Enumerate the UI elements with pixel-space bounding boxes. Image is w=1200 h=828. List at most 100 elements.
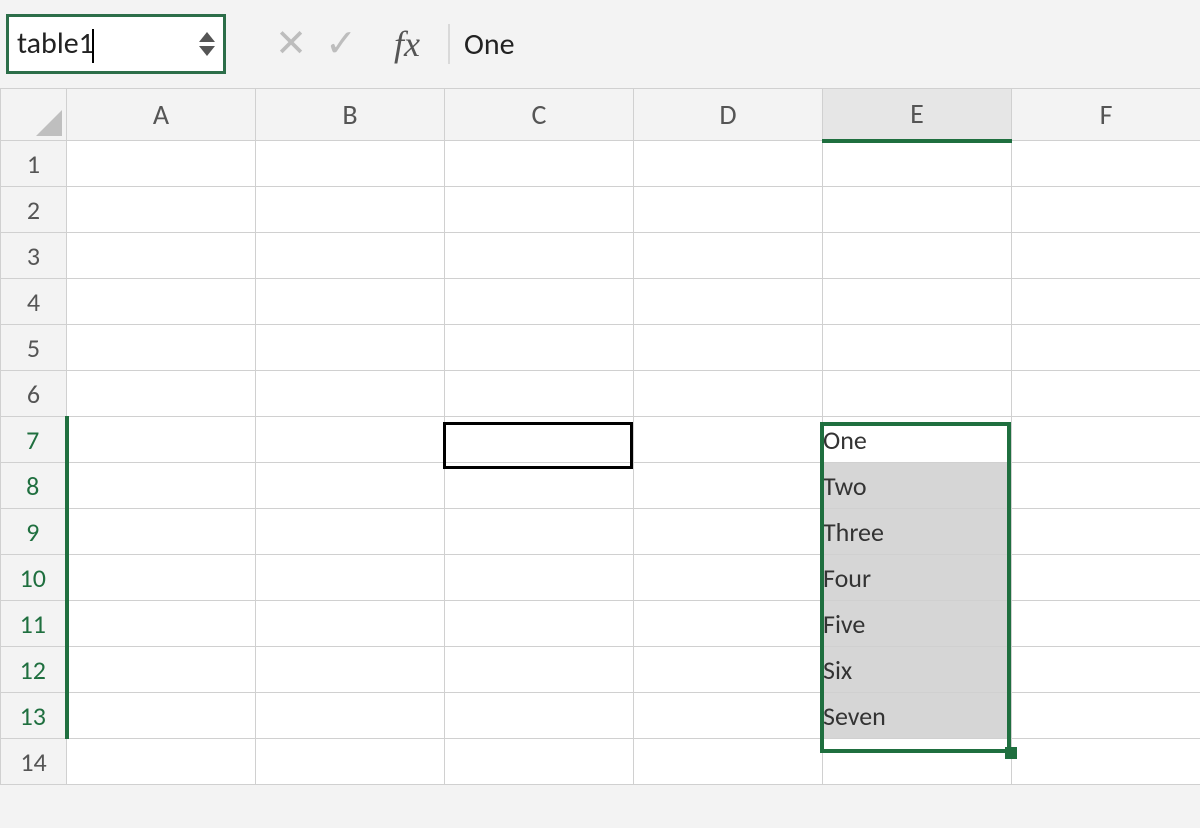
cell[interactable] — [1012, 325, 1200, 371]
row-header[interactable]: 12 — [1, 647, 67, 693]
cell[interactable] — [1012, 233, 1200, 279]
cell[interactable] — [256, 739, 445, 785]
cell[interactable] — [823, 233, 1012, 279]
cell[interactable] — [1012, 693, 1200, 739]
cell[interactable] — [67, 463, 256, 509]
row-header[interactable]: 14 — [1, 739, 67, 785]
name-box[interactable]: table1 — [6, 14, 226, 74]
row-header[interactable]: 9 — [1, 509, 67, 555]
cell[interactable] — [1012, 279, 1200, 325]
cell[interactable] — [1012, 371, 1200, 417]
cell[interactable] — [634, 601, 823, 647]
cell[interactable] — [445, 647, 634, 693]
cell[interactable] — [634, 463, 823, 509]
cell[interactable] — [256, 325, 445, 371]
cell[interactable]: One — [823, 417, 1012, 463]
cell[interactable] — [445, 555, 634, 601]
select-all-corner[interactable] — [1, 89, 67, 141]
cell[interactable] — [445, 325, 634, 371]
grid[interactable]: A B C D E F 1 2 3 4 5 6 7One 8Two 9Three… — [0, 88, 1200, 785]
row-header[interactable]: 3 — [1, 233, 67, 279]
cell[interactable] — [823, 279, 1012, 325]
fx-icon[interactable]: fx — [394, 23, 420, 65]
cell[interactable] — [67, 279, 256, 325]
cell[interactable] — [1012, 187, 1200, 233]
cell[interactable] — [256, 555, 445, 601]
cell[interactable] — [445, 509, 634, 555]
cancel-button[interactable]: ✕ — [266, 21, 316, 67]
row-header[interactable]: 2 — [1, 187, 67, 233]
cell[interactable] — [634, 693, 823, 739]
cell[interactable] — [256, 141, 445, 187]
cell[interactable] — [1012, 141, 1200, 187]
cell[interactable] — [67, 739, 256, 785]
cell[interactable] — [634, 555, 823, 601]
cell[interactable] — [445, 187, 634, 233]
row-header[interactable]: 13 — [1, 693, 67, 739]
cell[interactable] — [445, 279, 634, 325]
cell[interactable] — [634, 371, 823, 417]
row-header[interactable]: 7 — [1, 417, 67, 463]
cell[interactable] — [823, 187, 1012, 233]
cell[interactable] — [634, 739, 823, 785]
cell[interactable] — [445, 371, 634, 417]
cell[interactable] — [256, 647, 445, 693]
cell[interactable] — [67, 601, 256, 647]
cell[interactable] — [634, 233, 823, 279]
cell[interactable] — [445, 463, 634, 509]
cell[interactable] — [823, 371, 1012, 417]
cell[interactable] — [1012, 417, 1200, 463]
cell[interactable] — [1012, 555, 1200, 601]
col-header-C[interactable]: C — [445, 89, 634, 141]
cell[interactable] — [67, 509, 256, 555]
cell[interactable] — [823, 141, 1012, 187]
cell[interactable] — [256, 601, 445, 647]
cell[interactable]: Five — [823, 601, 1012, 647]
cell[interactable] — [1012, 509, 1200, 555]
cell[interactable]: Two — [823, 463, 1012, 509]
cell[interactable] — [634, 279, 823, 325]
cell[interactable] — [445, 693, 634, 739]
cell[interactable] — [67, 233, 256, 279]
col-header-B[interactable]: B — [256, 89, 445, 141]
row-header[interactable]: 4 — [1, 279, 67, 325]
cell[interactable]: Three — [823, 509, 1012, 555]
cell[interactable] — [634, 417, 823, 463]
worksheet[interactable]: A B C D E F 1 2 3 4 5 6 7One 8Two 9Three… — [0, 88, 1200, 785]
cell[interactable] — [1012, 601, 1200, 647]
name-box-stepper[interactable] — [191, 32, 223, 56]
cell[interactable] — [67, 555, 256, 601]
cell[interactable] — [67, 325, 256, 371]
cell[interactable] — [256, 187, 445, 233]
cell[interactable] — [445, 141, 634, 187]
cell[interactable] — [1012, 463, 1200, 509]
enter-button[interactable]: ✓ — [316, 21, 366, 67]
formula-input[interactable]: One — [464, 26, 515, 63]
row-header[interactable]: 10 — [1, 555, 67, 601]
cell[interactable] — [1012, 739, 1200, 785]
cell[interactable] — [823, 739, 1012, 785]
cell[interactable] — [634, 647, 823, 693]
cell[interactable] — [256, 463, 445, 509]
cell[interactable] — [256, 233, 445, 279]
row-header[interactable]: 11 — [1, 601, 67, 647]
cell[interactable] — [67, 417, 256, 463]
col-header-A[interactable]: A — [67, 89, 256, 141]
cell[interactable] — [67, 187, 256, 233]
cell[interactable] — [256, 279, 445, 325]
col-header-E[interactable]: E — [823, 89, 1012, 141]
cell[interactable] — [67, 141, 256, 187]
cell[interactable] — [445, 417, 634, 463]
cell[interactable] — [445, 601, 634, 647]
row-header[interactable]: 5 — [1, 325, 67, 371]
cell[interactable]: Four — [823, 555, 1012, 601]
cell[interactable] — [634, 325, 823, 371]
col-header-D[interactable]: D — [634, 89, 823, 141]
cell[interactable] — [634, 509, 823, 555]
cell[interactable] — [256, 693, 445, 739]
cell[interactable] — [256, 509, 445, 555]
cell[interactable] — [445, 233, 634, 279]
cell[interactable] — [634, 187, 823, 233]
col-header-F[interactable]: F — [1012, 89, 1200, 141]
cell[interactable] — [67, 693, 256, 739]
